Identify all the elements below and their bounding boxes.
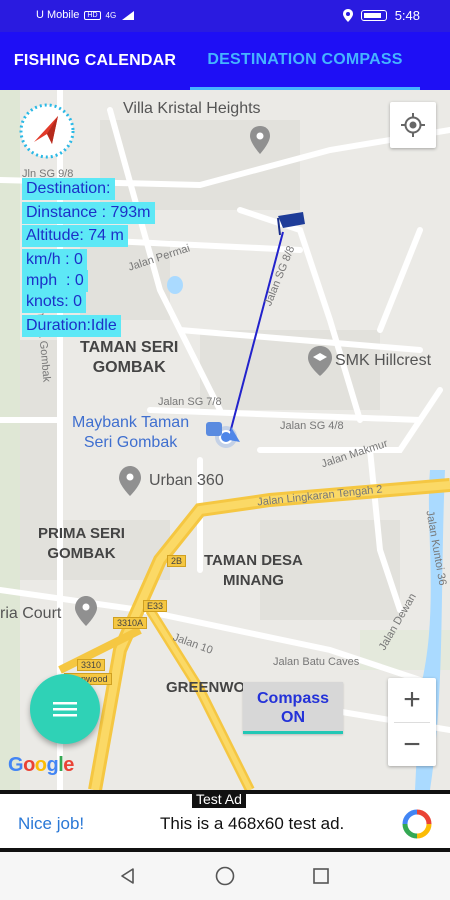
tab-fishing-calendar[interactable]: FISHING CALENDAR [0, 32, 190, 90]
recents-icon[interactable] [309, 864, 333, 888]
map-label-maybank: Maybank Taman Seri Gombak [72, 414, 190, 451]
info-mph: mph : 0 [22, 270, 88, 292]
map-area-taman-seri-gombak: TAMAN SERI GOMBAK [80, 339, 179, 376]
clock-time: 5:48 [394, 8, 420, 23]
signal-icon [122, 10, 135, 20]
tab-destination-compass[interactable]: DESTINATION COMPASS [190, 32, 420, 90]
ad-tag: Test Ad [192, 790, 246, 808]
road-number-e33: E33 [143, 600, 168, 612]
road-number-3310: 3310 [77, 659, 106, 671]
map-label-smk-hillcrest: SMK Hillcrest [335, 352, 432, 369]
map-area-greenwood: GREENWO [166, 679, 246, 696]
network-badge: HD [84, 10, 101, 20]
back-icon[interactable] [116, 864, 140, 888]
info-destination: Destination: [22, 178, 115, 200]
info-duration: Duration:Idle [22, 315, 121, 337]
info-distance: Dinstance : 793m [22, 202, 155, 224]
google-logo: Google [8, 754, 74, 776]
street-jalan-sg78: Jalan SG 7/8 [158, 396, 222, 408]
home-icon[interactable] [213, 864, 237, 888]
zoom-controls: + − [388, 678, 436, 766]
ad-nice-job: Nice job! [18, 814, 85, 833]
zoom-out-button[interactable]: − [388, 723, 436, 767]
map-view[interactable]: Villa Kristal Heights SMK Hillcrest Urba… [0, 90, 450, 790]
compass-icon[interactable] [18, 102, 76, 160]
map-label-aria-court: ria Court [0, 605, 62, 622]
ad-text: This is a 468x60 test ad. [160, 814, 345, 833]
street-jalan-batu-caves: Jalan Batu Caves [273, 656, 360, 668]
status-bar: U Mobile HD 4G 5:48 [0, 0, 450, 32]
road-number-3310a: 3310A [113, 617, 148, 629]
map-label-villa-kristal: Villa Kristal Heights [123, 100, 261, 117]
street-jalan-sg48: Jalan SG 4/8 [280, 420, 344, 432]
status-right: 5:48 [342, 8, 420, 23]
compass-toggle-button[interactable]: Compass ON [243, 682, 343, 734]
info-kmh: km/h : 0 [22, 249, 87, 271]
map-area-prima-seri-gombak: PRIMA SERI GOMBAK [38, 525, 125, 562]
signal-label: 4G [105, 10, 117, 20]
info-knots: knots: 0 [22, 291, 87, 313]
ad-choices-icon[interactable] [402, 809, 432, 844]
location-icon [342, 9, 353, 22]
menu-fab-button[interactable] [30, 674, 100, 744]
ad-banner[interactable]: Test Ad Nice job! This is a 468x60 test … [0, 790, 450, 852]
map-area-taman-desa-minang: TAMAN DESA MINANG [204, 552, 303, 589]
status-left: U Mobile HD 4G [36, 9, 135, 21]
my-location-button[interactable] [390, 102, 436, 148]
map-label-urban-360: Urban 360 [149, 472, 224, 489]
crosshair-icon [401, 113, 425, 137]
system-nav-bar [0, 852, 450, 900]
battery-icon [360, 10, 387, 21]
hamburger-menu-icon [53, 702, 77, 717]
tab-bar: FISHING CALENDAR DESTINATION COMPASS [0, 32, 450, 90]
info-altitude: Altitude: 74 m [22, 225, 128, 247]
zoom-in-button[interactable]: + [388, 678, 436, 722]
road-number-2b: 2B [167, 555, 187, 567]
carrier-label: U Mobile [36, 9, 80, 21]
